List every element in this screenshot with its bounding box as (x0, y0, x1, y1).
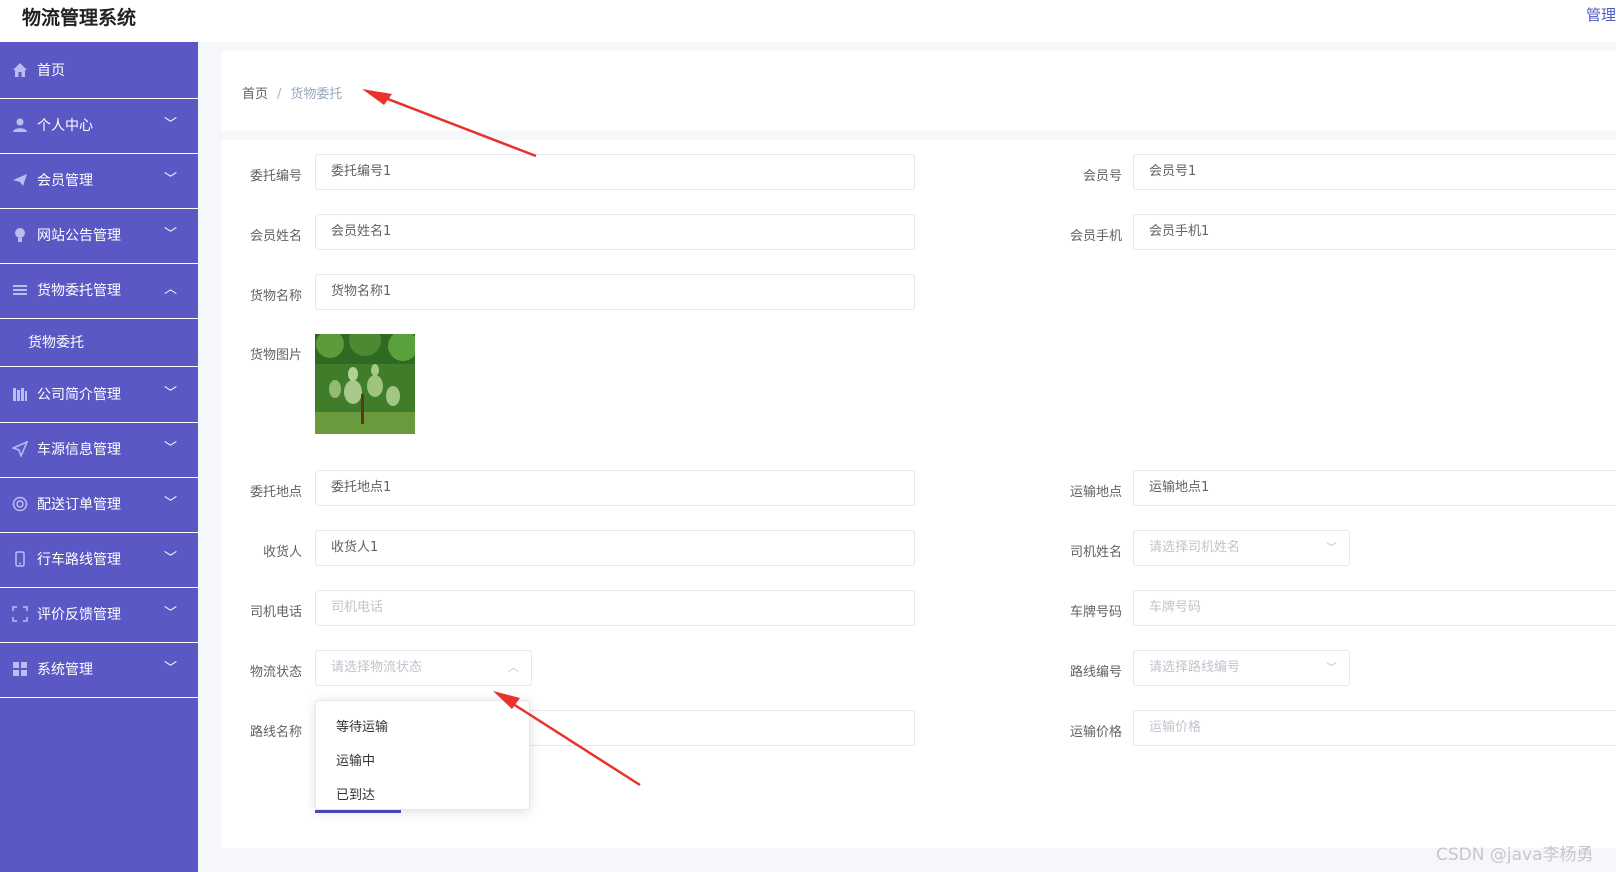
watermark: CSDN @java李杨勇 (1436, 845, 1594, 865)
annotation-arrows (362, 89, 641, 787)
annotation-arrow-line-2 (509, 700, 641, 787)
annotation-arrow-line-1 (379, 94, 537, 158)
annotation-arrowhead-1 (362, 89, 392, 105)
